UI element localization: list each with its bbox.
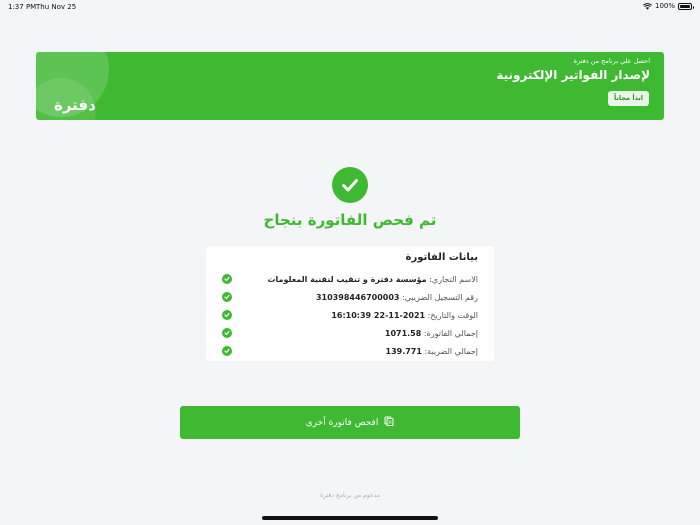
row-label: رقم التسجيل الضريبي:: [402, 292, 478, 302]
row-value: 139.771: [385, 346, 422, 356]
row-value: 310398446700003: [315, 292, 400, 302]
battery-percent: 100%: [654, 2, 675, 10]
banner-subtitle: احصل علي برنامج من دفترة: [573, 57, 650, 65]
status-bar: 1:37 PM Thu Nov 25 100%: [0, 0, 700, 14]
invoice-row-total: إجمالي الفاتورة: 1071.58: [222, 325, 478, 341]
row-value: 1071.58: [384, 328, 422, 338]
invoice-row-tax-total: إجمالي الضريبة: 139.771: [222, 343, 478, 359]
daftra-logo: دفترة: [54, 96, 96, 114]
status-time: 1:37 PM: [8, 3, 37, 11]
success-title: تم فحص الفاتورة بنجاح: [263, 211, 437, 229]
row-label: الوقت والتاريخ:: [427, 310, 478, 320]
status-date: Thu Nov 25: [36, 3, 77, 11]
check-icon: [222, 328, 232, 338]
banner-title: لإصدار الفواتير الإلكترونية: [496, 68, 650, 82]
invoice-row-datetime: الوقت والتاريخ: 2021-11-22 16:10:39: [222, 307, 478, 323]
row-label: إجمالي الضريبة:: [424, 346, 478, 356]
invoice-row-tax-number: رقم التسجيل الضريبي: 310398446700003: [222, 289, 478, 305]
row-value: 2021-11-22 16:10:39: [331, 310, 426, 320]
wifi-icon: [643, 2, 652, 10]
scan-another-invoice-button[interactable]: افحص فاتورة أخرى: [180, 406, 520, 439]
scan-another-invoice-label: افحص فاتورة أخرى: [305, 417, 379, 428]
check-circle-icon: [332, 167, 368, 203]
check-icon: [222, 292, 232, 302]
row-value: مؤسسة دفترة و تنقيب لتقنية المعلومات: [267, 274, 427, 284]
invoice-row-trade-name: الاسم التجاري: مؤسسة دفترة و تنقيب لتقني…: [222, 271, 478, 287]
scan-document-icon: [384, 416, 394, 429]
status-right: 100%: [643, 2, 694, 10]
home-indicator[interactable]: [262, 516, 438, 520]
check-icon: [222, 310, 232, 320]
row-label: إجمالي الفاتورة:: [423, 328, 478, 338]
check-icon: [222, 274, 232, 284]
battery-icon: [678, 2, 694, 10]
start-free-button[interactable]: ابدأ مجاناً: [608, 91, 649, 106]
row-label: الاسم التجاري:: [429, 274, 478, 284]
invoice-details-card: بيانات الفاتورة الاسم التجاري: مؤسسة دفت…: [206, 246, 494, 361]
check-icon: [222, 346, 232, 356]
promo-banner[interactable]: دفترة احصل علي برنامج من دفترة لإصدار ال…: [36, 52, 664, 120]
invoice-card-title: بيانات الفاتورة: [405, 252, 478, 263]
powered-by-footer: مدعوم من برنامج دفترة: [320, 492, 380, 499]
